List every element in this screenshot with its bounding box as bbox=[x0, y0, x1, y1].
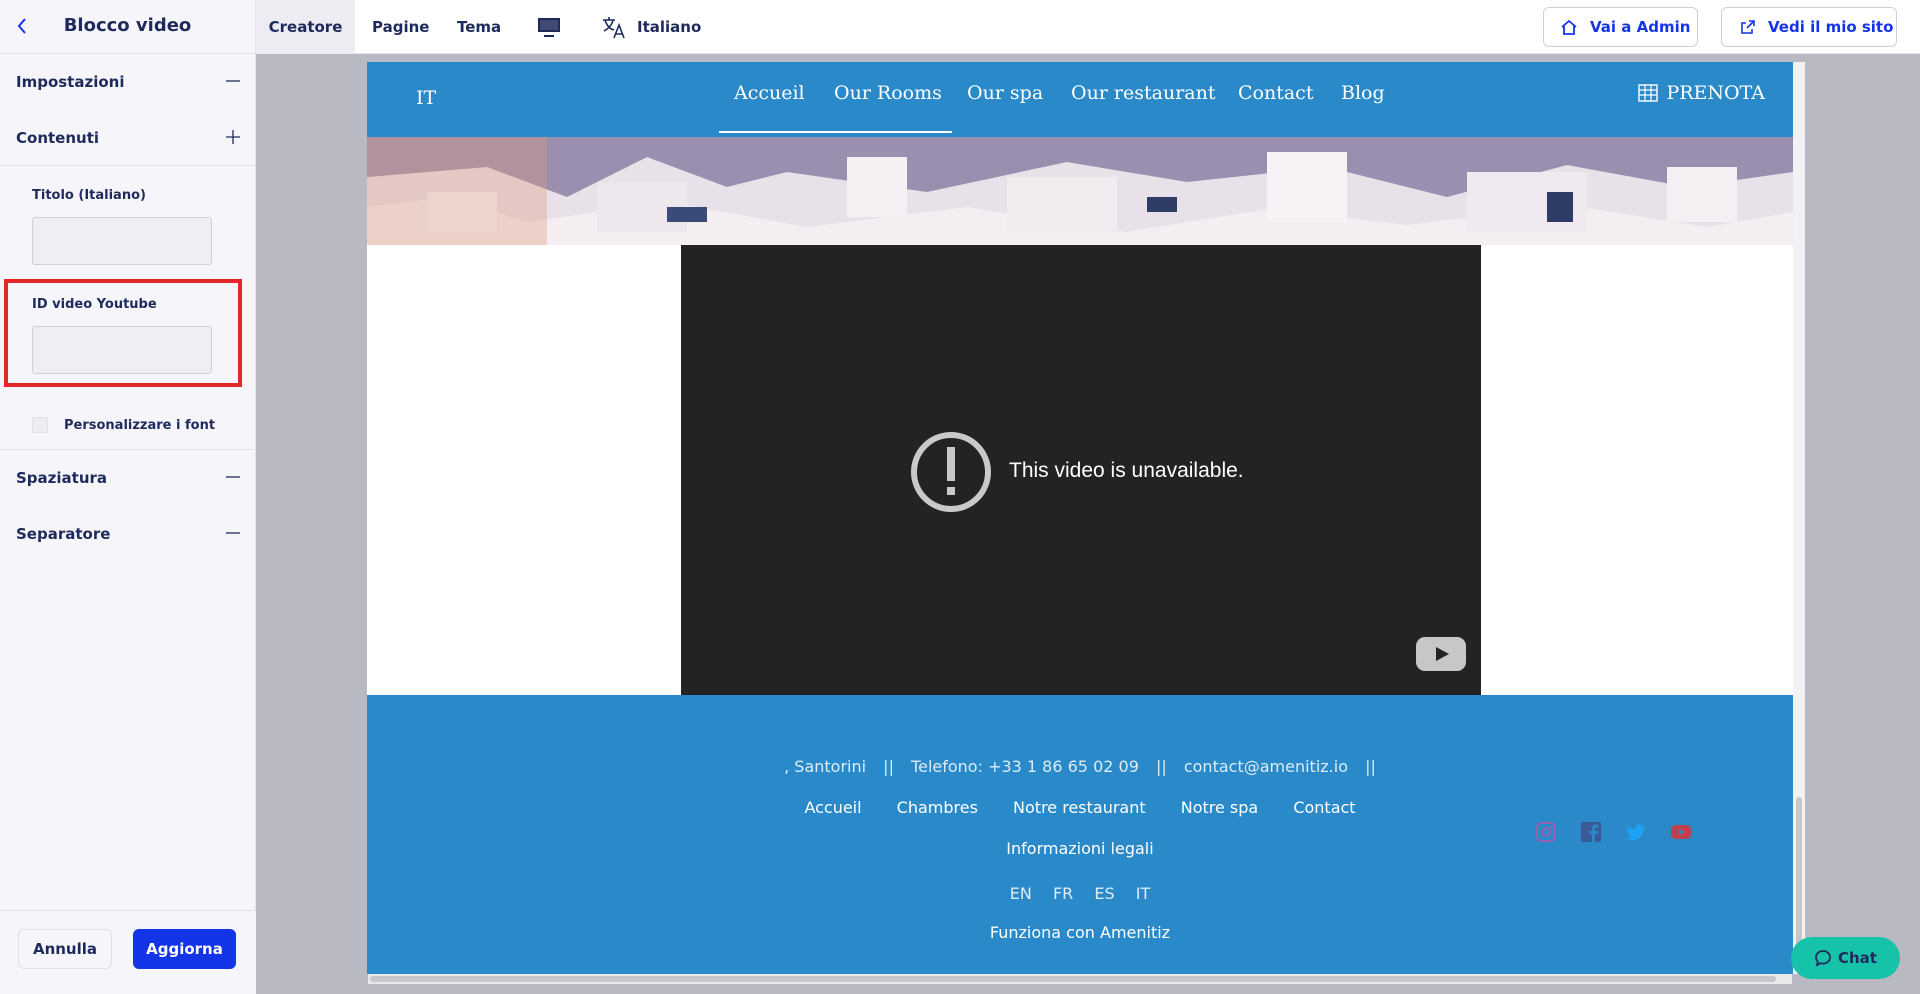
translate-icon bbox=[603, 17, 625, 39]
cancel-button[interactable]: Annulla bbox=[18, 929, 112, 969]
tab-pages[interactable]: Pagine bbox=[372, 0, 429, 54]
language-selector[interactable]: Italiano bbox=[601, 0, 701, 54]
site-language[interactable]: IT bbox=[416, 87, 436, 109]
footer-lang-es[interactable]: ES bbox=[1094, 884, 1114, 903]
update-button[interactable]: Aggiorna bbox=[133, 929, 236, 969]
footer-links: Accueil Chambres Notre restaurant Notre … bbox=[367, 798, 1793, 817]
warning-icon bbox=[911, 432, 991, 512]
footer-email[interactable]: contact@amenitiz.io bbox=[1184, 757, 1348, 776]
instagram-icon[interactable] bbox=[1535, 821, 1557, 843]
external-link-icon bbox=[1741, 20, 1755, 34]
youtube-id-label: ID video Youtube bbox=[32, 297, 157, 312]
title-field-label: Titolo (Italiano) bbox=[32, 188, 146, 203]
santorini-image bbox=[367, 137, 1793, 245]
title-input[interactable] bbox=[32, 217, 212, 265]
nav-item-blog[interactable]: Blog bbox=[1341, 82, 1385, 104]
nav-item-home[interactable]: Accueil bbox=[734, 82, 805, 104]
hero-image bbox=[367, 137, 1793, 245]
section-separator-label: Separatore bbox=[16, 525, 111, 543]
horizontal-scrollbar[interactable] bbox=[368, 974, 1792, 984]
site-footer: , Santorini || Telefono: +33 1 86 65 02 … bbox=[367, 695, 1793, 974]
view-site-button[interactable]: Vedi il mio sito bbox=[1721, 7, 1897, 47]
nav-item-contact[interactable]: Contact bbox=[1238, 82, 1313, 104]
active-nav-underline bbox=[719, 131, 952, 133]
video-unavailable-message: This video is unavailable. bbox=[1009, 459, 1244, 482]
youtube-logo-icon[interactable] bbox=[1416, 637, 1466, 671]
book-button[interactable]: PRENOTA bbox=[1638, 82, 1765, 104]
custom-font-row: Personalizzare i font bbox=[32, 417, 255, 433]
section-settings-label: Impostazioni bbox=[16, 73, 125, 91]
twitter-icon[interactable] bbox=[1625, 821, 1647, 843]
plus-icon bbox=[226, 130, 240, 144]
editor-sidebar: Blocco video Impostazioni Contenuti Tito… bbox=[0, 0, 256, 994]
chat-label: Chat bbox=[1838, 949, 1877, 967]
calendar-icon bbox=[1638, 84, 1659, 102]
device-toggle-button[interactable] bbox=[536, 0, 562, 54]
youtube-video-player[interactable]: This video is unavailable. bbox=[681, 245, 1481, 695]
sidebar-header: Blocco video bbox=[0, 0, 255, 54]
language-label: Italiano bbox=[637, 18, 702, 36]
top-toolbar: Creatore Pagine Tema Italiano Vai a Admi… bbox=[256, 0, 1920, 54]
powered-by-link[interactable]: Funziona con Amenitiz bbox=[367, 923, 1793, 942]
footer-link-contact[interactable]: Contact bbox=[1293, 798, 1355, 817]
site-preview: IT Accueil Our Rooms Our spa Our restaur… bbox=[367, 62, 1793, 974]
footer-link-spa[interactable]: Notre spa bbox=[1181, 798, 1258, 817]
nav-item-restaurant[interactable]: Our restaurant bbox=[1071, 82, 1216, 104]
footer-address: , Santorini bbox=[784, 757, 867, 776]
section-spacing-label: Spaziatura bbox=[16, 469, 108, 487]
footer-lang-it[interactable]: IT bbox=[1136, 884, 1151, 903]
section-content[interactable]: Contenuti bbox=[0, 110, 255, 166]
minus-icon bbox=[226, 532, 240, 534]
custom-font-label[interactable]: Personalizzare i font bbox=[64, 418, 215, 433]
footer-separator: || bbox=[1155, 757, 1167, 776]
go-to-admin-label: Vai a Admin bbox=[1590, 18, 1691, 36]
tab-theme[interactable]: Tema bbox=[457, 0, 501, 54]
youtube-id-input[interactable] bbox=[32, 326, 212, 374]
home-icon bbox=[1561, 19, 1577, 35]
nav-item-rooms[interactable]: Our Rooms bbox=[834, 82, 942, 104]
section-spacing[interactable]: Spaziatura bbox=[0, 450, 255, 506]
youtube-icon[interactable] bbox=[1670, 821, 1692, 843]
section-content-label: Contenuti bbox=[16, 128, 100, 147]
youtube-id-highlight: ID video Youtube bbox=[4, 279, 242, 387]
footer-separator: || bbox=[883, 757, 894, 776]
book-label: PRENOTA bbox=[1666, 82, 1765, 104]
nav-item-spa[interactable]: Our spa bbox=[967, 82, 1043, 104]
chat-button[interactable]: Chat bbox=[1791, 937, 1900, 979]
footer-link-rooms[interactable]: Chambres bbox=[897, 798, 978, 817]
facebook-icon[interactable] bbox=[1580, 821, 1602, 843]
minus-icon bbox=[226, 476, 240, 478]
content-form: Titolo (Italiano) ID video Youtube Perso… bbox=[0, 166, 255, 450]
chat-icon bbox=[1815, 950, 1831, 967]
desktop-icon bbox=[538, 18, 560, 37]
footer-lang-fr[interactable]: FR bbox=[1053, 884, 1073, 903]
minus-icon bbox=[226, 80, 240, 82]
footer-contact-info: , Santorini || Telefono: +33 1 86 65 02 … bbox=[367, 757, 1793, 776]
go-to-admin-button[interactable]: Vai a Admin bbox=[1543, 7, 1698, 47]
section-separator[interactable]: Separatore bbox=[0, 506, 255, 562]
vertical-scrollbar[interactable] bbox=[1793, 62, 1805, 974]
custom-font-checkbox[interactable] bbox=[32, 417, 48, 433]
footer-link-restaurant[interactable]: Notre restaurant bbox=[1013, 798, 1146, 817]
tab-creator[interactable]: Creatore bbox=[256, 0, 355, 54]
footer-separator: || bbox=[1365, 757, 1376, 776]
view-site-label: Vedi il mio sito bbox=[1768, 18, 1894, 36]
footer-link-home[interactable]: Accueil bbox=[804, 798, 861, 817]
footer-languages: EN FR ES IT bbox=[367, 884, 1793, 903]
sidebar-title: Blocco video bbox=[63, 15, 192, 36]
footer-phone: Telefono: +33 1 86 65 02 09 bbox=[911, 757, 1139, 776]
sidebar-footer: Annulla Aggiorna bbox=[0, 910, 256, 994]
site-header: IT Accueil Our Rooms Our spa Our restaur… bbox=[367, 62, 1793, 137]
section-settings[interactable]: Impostazioni bbox=[0, 54, 255, 110]
footer-lang-en[interactable]: EN bbox=[1010, 884, 1032, 903]
